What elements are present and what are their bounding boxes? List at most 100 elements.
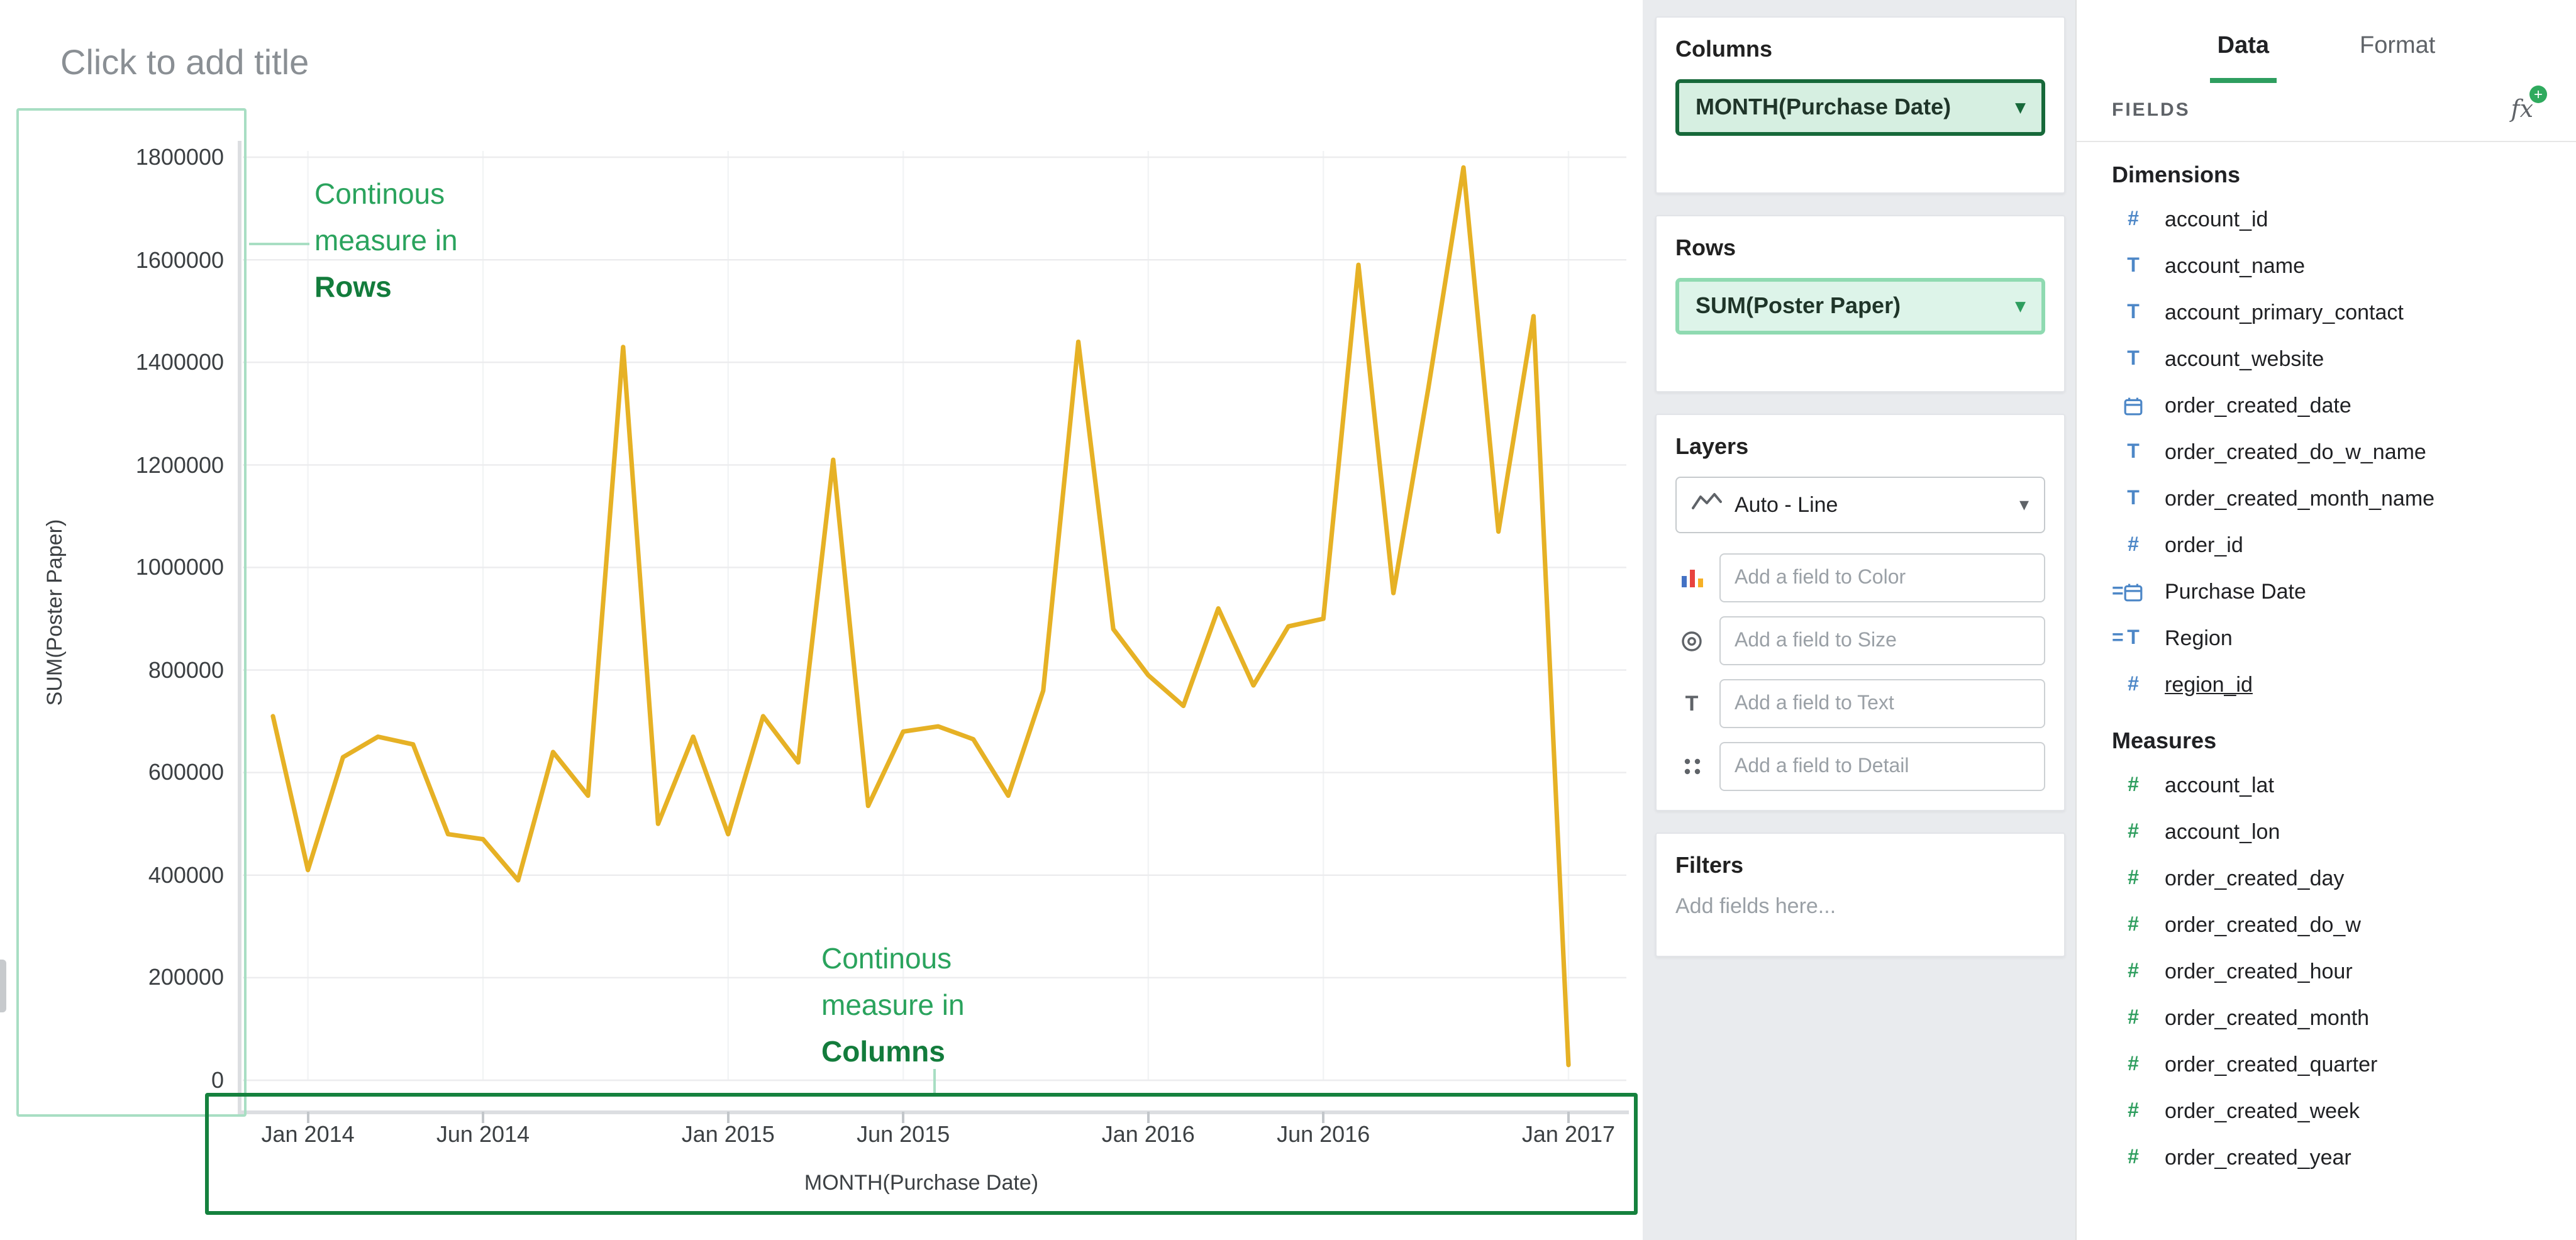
- left-edge-handle[interactable]: [0, 960, 6, 1012]
- dimension-field-purchase-date[interactable]: =Purchase Date: [2077, 568, 2576, 615]
- add-calculated-field-button[interactable]: fx+: [2511, 96, 2534, 123]
- field-label: order_created_quarter: [2165, 1052, 2377, 1077]
- y-tick-label: 200000: [65, 963, 224, 993]
- chevron-down-icon[interactable]: ▾: [2016, 98, 2025, 117]
- size-circles-icon: [1675, 629, 1708, 652]
- text-icon: T: [1675, 691, 1708, 716]
- measure-field-order_created_quarter[interactable]: # order_created_quarter: [2077, 1041, 2576, 1088]
- color-drop-row: [1675, 553, 2045, 602]
- text-drop-row: T: [1675, 679, 2045, 728]
- text-icon: T: [2112, 301, 2155, 324]
- x-tick-label: Jan 2017: [1487, 1122, 1643, 1148]
- rows-annotation-line1: Continous: [314, 171, 458, 218]
- rows-pill-label: SUM(Poster Paper): [1696, 293, 1901, 319]
- field-label: order_created_day: [2165, 866, 2344, 891]
- number-icon: #: [2112, 673, 2155, 696]
- text-field-input[interactable]: [1719, 679, 2045, 728]
- number-icon: #: [2112, 774, 2155, 797]
- measure-field-order_created_year[interactable]: #order_created_year: [2077, 1134, 2576, 1181]
- field-label: account_id: [2165, 207, 2268, 232]
- chevron-down-icon[interactable]: ▾: [2016, 297, 2025, 316]
- detail-drop-row: [1675, 742, 2045, 791]
- dimensions-list: #account_idTaccount_nameTaccount_primary…: [2077, 196, 2576, 708]
- shelf-panel: Columns MONTH(Purchase Date) ▾ Rows SUM(…: [1643, 0, 2075, 1240]
- measure-field-order_created_day[interactable]: # order_created_day: [2077, 855, 2576, 902]
- dimension-field-order_created_date[interactable]: order_created_date: [2077, 382, 2576, 429]
- field-label: account_lat: [2165, 773, 2274, 798]
- tab-data[interactable]: Data: [2210, 0, 2277, 83]
- fields-panel: Data Format FIELDS fx+ Dimensions #accou…: [2075, 0, 2576, 1240]
- x-tick-label: Jan 2016: [1067, 1122, 1230, 1148]
- columns-annotation-box: [205, 1093, 1638, 1215]
- columns-annotation-line1: Continous: [821, 936, 965, 982]
- measure-field-order_created_month[interactable]: # order_created_month: [2077, 995, 2576, 1041]
- dimension-field-account_website[interactable]: Taccount_website: [2077, 336, 2576, 382]
- text-icon: T: [2112, 348, 2155, 370]
- dimension-field-account_name[interactable]: Taccount_name: [2077, 243, 2576, 289]
- filters-card: Filters Add fields here...: [1655, 833, 2065, 957]
- layer-type-value: Auto - Line: [1735, 492, 1838, 518]
- size-field-input[interactable]: [1719, 616, 2045, 665]
- measures-list: # account_lat #account_lon # order_created_d…: [2077, 762, 2576, 1181]
- measure-field-order_created_hour[interactable]: #order_created_hour: [2077, 948, 2576, 995]
- rows-annotation-line2: measure in: [314, 218, 458, 264]
- color-field-input[interactable]: [1719, 553, 2045, 602]
- number-icon: #: [2112, 960, 2155, 983]
- dimension-field-region[interactable]: =T Region: [2077, 615, 2576, 662]
- measure-field-order_created_week[interactable]: #order_created_week: [2077, 1088, 2576, 1134]
- layer-type-select[interactable]: Auto - Line ▾: [1675, 477, 2045, 533]
- fields-header: FIELDS fx+: [2077, 83, 2576, 142]
- dimension-field-order_id[interactable]: #order_id: [2077, 522, 2576, 568]
- field-label: order_created_year: [2165, 1145, 2351, 1170]
- filters-dropzone[interactable]: Add fields here...: [1675, 894, 2045, 937]
- rows-annotation-connector: [249, 243, 309, 245]
- field-label: order_created_do_w_name: [2165, 440, 2426, 465]
- calculated-text-icon: =T: [2112, 627, 2155, 650]
- app-root: Click to add title SUM(Poster Paper) MON…: [0, 0, 2576, 1240]
- rows-annotation-keyword: Rows: [314, 264, 458, 311]
- x-tick-label: Jun 2014: [401, 1122, 565, 1148]
- dimension-field-region_id[interactable]: #region_id: [2077, 662, 2576, 708]
- text-icon: T: [2112, 255, 2155, 277]
- number-icon: #: [2112, 1007, 2155, 1029]
- rows-pill[interactable]: SUM(Poster Paper) ▾: [1675, 278, 2045, 335]
- size-drop-row: [1675, 616, 2045, 665]
- field-label: order_created_month: [2165, 1005, 2369, 1031]
- number-icon: #: [2112, 1053, 2155, 1076]
- trend-line[interactable]: [273, 167, 1568, 1065]
- dimension-field-order_created_do_w_name[interactable]: Torder_created_do_w_name: [2077, 429, 2576, 475]
- number-icon: #: [2112, 867, 2155, 890]
- number-icon: #: [2112, 1100, 2155, 1122]
- x-tick-label: Jan 2014: [226, 1122, 390, 1148]
- dimension-field-account_primary_contact[interactable]: Taccount_primary_contact: [2077, 289, 2576, 336]
- rows-annotation-text: Continous measure in Rows: [314, 171, 458, 311]
- chevron-down-icon[interactable]: ▾: [2019, 495, 2029, 514]
- detail-field-input[interactable]: [1719, 742, 2045, 791]
- columns-annotation-text: Continous measure in Columns: [821, 936, 965, 1075]
- layers-card: Layers Auto - Line ▾: [1655, 414, 2065, 811]
- measure-field-account_lon[interactable]: #account_lon: [2077, 809, 2576, 855]
- field-label: account_primary_contact: [2165, 300, 2404, 325]
- chart-title-placeholder[interactable]: Click to add title: [60, 43, 309, 83]
- columns-pill[interactable]: MONTH(Purchase Date) ▾: [1675, 79, 2045, 136]
- rows-dropzone[interactable]: [1675, 335, 2045, 372]
- field-label: account_name: [2165, 253, 2305, 279]
- y-tick-label: 1000000: [65, 552, 224, 582]
- filters-card-label: Filters: [1675, 853, 2045, 879]
- columns-shelf-label: Columns: [1675, 36, 2045, 63]
- number-icon: #: [2112, 914, 2155, 936]
- y-tick-label: 1200000: [65, 450, 224, 480]
- dimension-field-order_created_month_name[interactable]: Torder_created_month_name: [2077, 475, 2576, 522]
- dimensions-section-label: Dimensions: [2077, 142, 2576, 196]
- measure-field-order_created_do_w[interactable]: # order_created_do_w: [2077, 902, 2576, 948]
- field-label: order_created_month_name: [2165, 486, 2434, 511]
- dimension-field-account_id[interactable]: #account_id: [2077, 196, 2576, 243]
- columns-shelf: Columns MONTH(Purchase Date) ▾: [1655, 16, 2065, 194]
- tab-format[interactable]: Format: [2352, 0, 2443, 83]
- measure-field-account_lat[interactable]: # account_lat: [2077, 762, 2576, 809]
- columns-dropzone[interactable]: [1675, 136, 2045, 174]
- field-label: order_created_do_w: [2165, 912, 2361, 938]
- text-icon: T: [2112, 441, 2155, 463]
- detail-dots-icon: [1675, 756, 1708, 777]
- field-label: Region: [2165, 626, 2233, 651]
